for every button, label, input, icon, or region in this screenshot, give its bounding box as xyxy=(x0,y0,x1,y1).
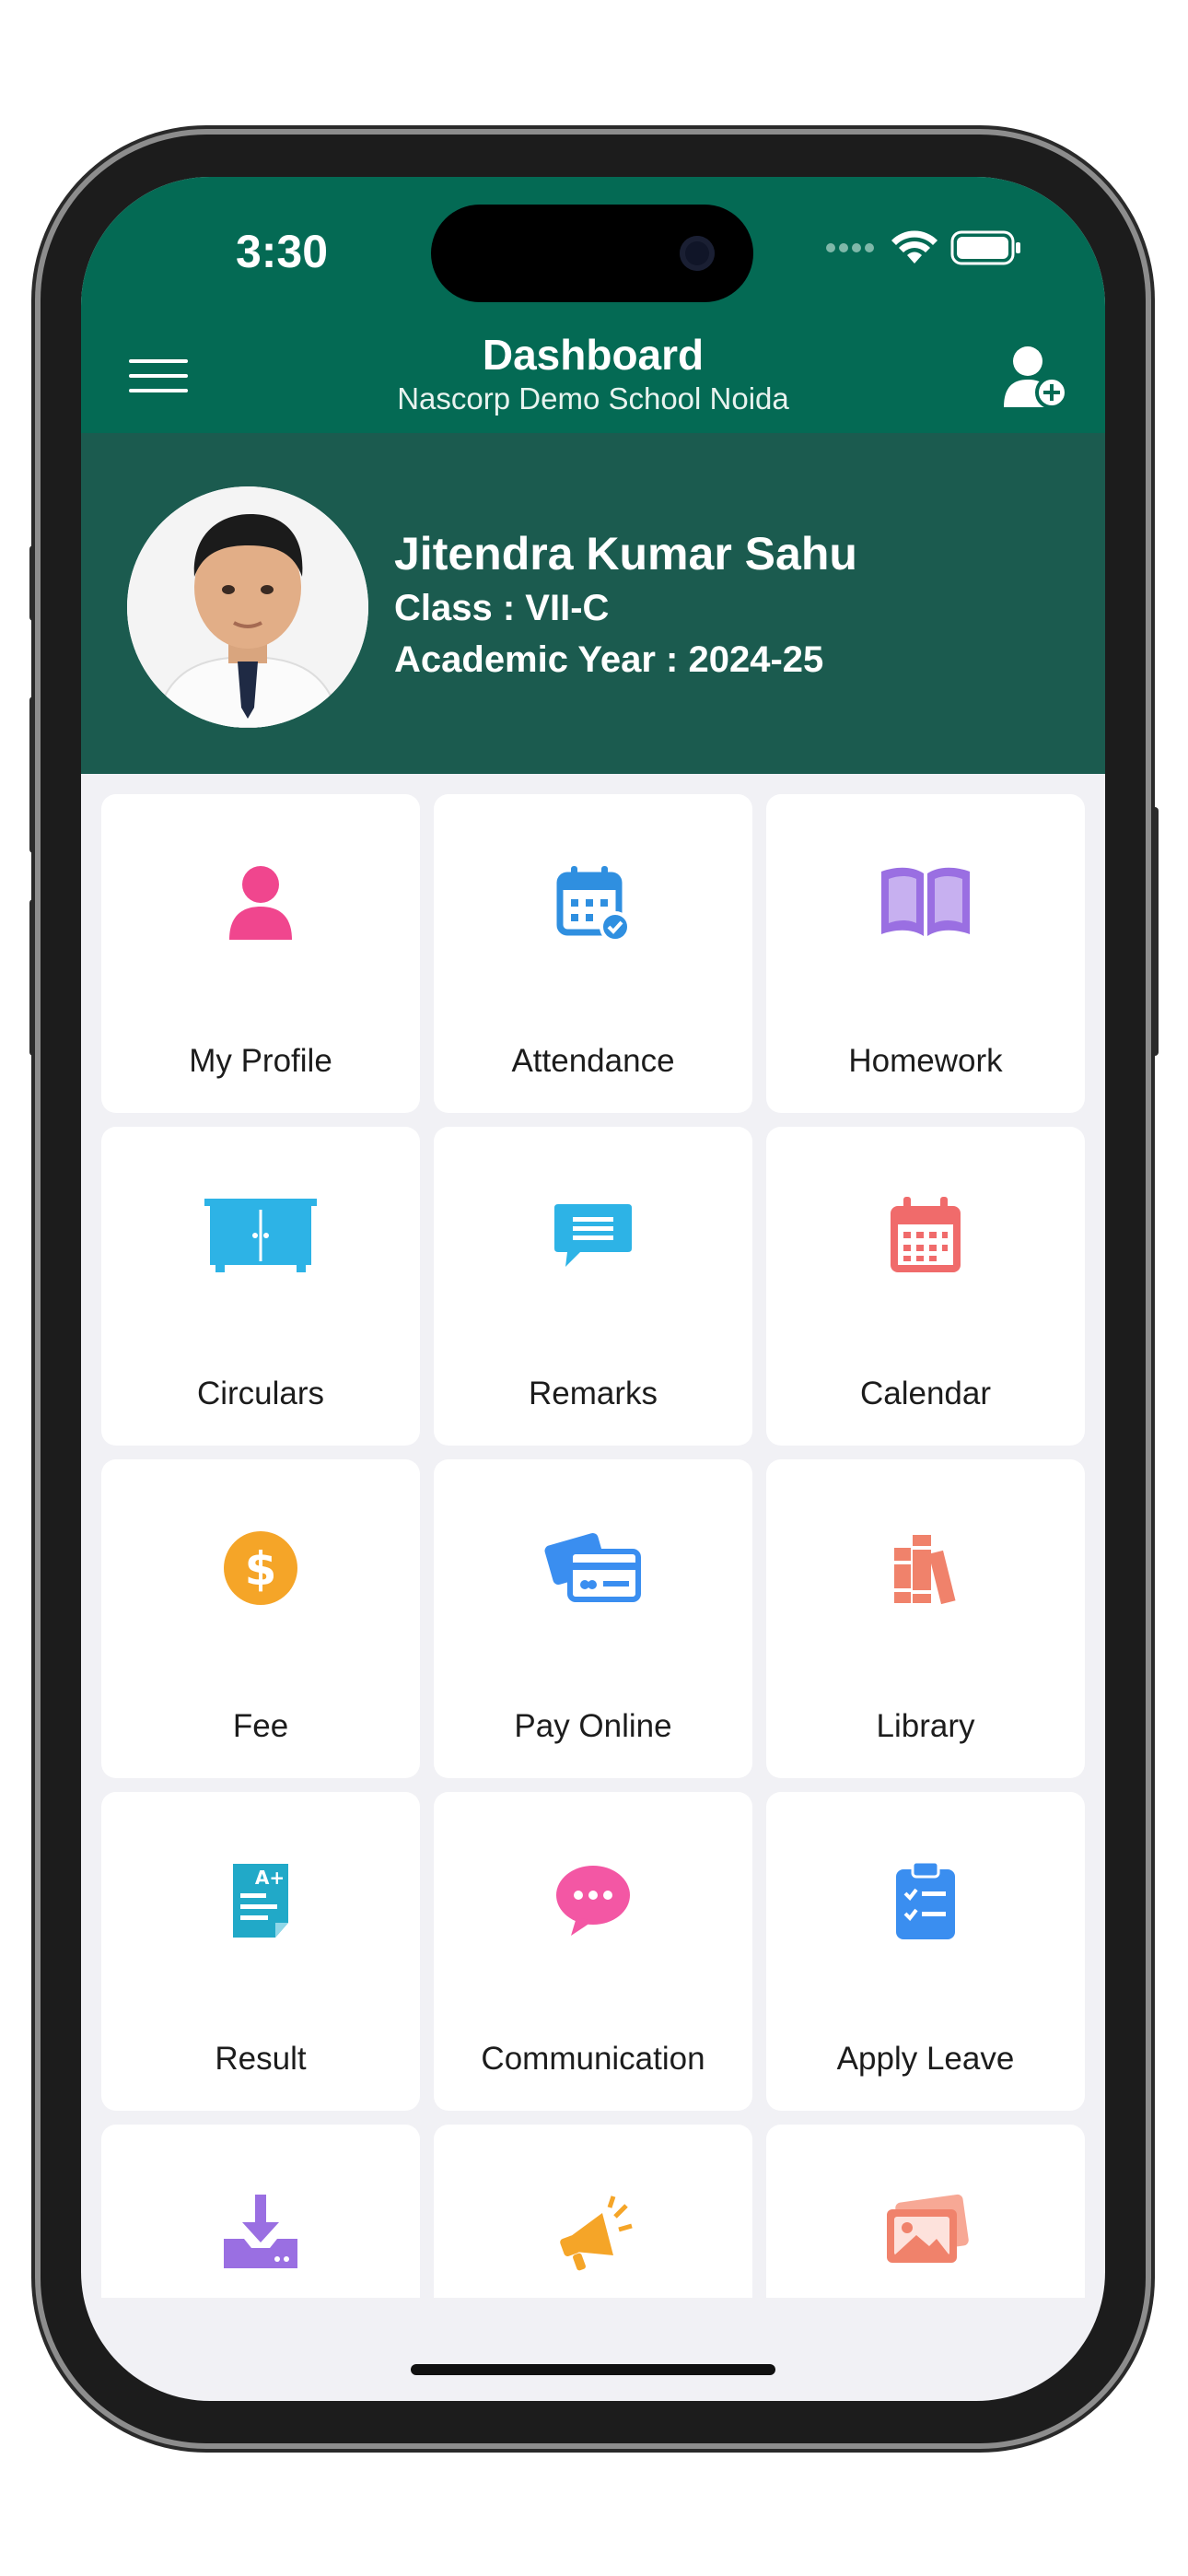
gallery-icon xyxy=(887,2194,969,2263)
tile-attendance[interactable]: Attendance xyxy=(434,794,752,1113)
calendar-icon xyxy=(891,1197,961,1272)
clipboard-icon xyxy=(896,1860,955,1939)
tile-label: Communication xyxy=(481,2041,705,2077)
tile-label: Remarks xyxy=(528,1376,658,1411)
tile-library[interactable]: Library xyxy=(766,1459,1085,1778)
tile-label: My Profile xyxy=(189,1043,332,1079)
user-icon xyxy=(229,866,292,940)
wifi-icon xyxy=(891,230,938,263)
svg-text:A+: A+ xyxy=(255,1867,285,1889)
tile-communication[interactable]: Communication xyxy=(434,1792,752,2111)
result-icon: A+ xyxy=(233,1864,288,1938)
book-icon xyxy=(881,867,970,936)
school-name: Nascorp Demo School Noida xyxy=(397,381,789,416)
tile-result[interactable]: A+ Result xyxy=(101,1792,420,2111)
tile-circulars[interactable]: Circulars xyxy=(101,1127,420,1446)
tile-homework[interactable]: Homework xyxy=(766,794,1085,1113)
app-screen: 3:30 Dashboard Nascorp Demo School Noida xyxy=(81,177,1105,2401)
megaphone-icon xyxy=(560,2195,633,2271)
tile-label: Library xyxy=(876,1708,975,1744)
signal-icon xyxy=(826,243,874,252)
tile-gallery[interactable] xyxy=(766,2125,1085,2298)
tile-apply-leave[interactable]: Apply Leave xyxy=(766,1792,1085,2111)
tile-label: Fee xyxy=(232,1708,289,1744)
tile-announcements[interactable] xyxy=(434,2125,752,2298)
tile-label: Apply Leave xyxy=(836,2041,1015,2077)
tile-fee[interactable]: $ Fee xyxy=(101,1459,420,1778)
tile-remarks[interactable]: Remarks xyxy=(434,1127,752,1446)
tile-downloads[interactable] xyxy=(101,2125,420,2298)
cupboard-icon xyxy=(204,1199,317,1272)
academic-year: Academic Year : 2024-25 xyxy=(394,639,824,680)
menu-grid: My Profile Attendance Homework Circulars… xyxy=(101,794,1085,2298)
chat-bubble-icon xyxy=(556,1866,630,1936)
avatar xyxy=(127,486,368,728)
student-name: Jitendra Kumar Sahu xyxy=(394,528,857,580)
camera-icon xyxy=(680,236,715,271)
tile-label: Pay Online xyxy=(514,1708,672,1744)
student-class: Class : VII-C xyxy=(394,588,610,628)
add-user-icon[interactable] xyxy=(1004,343,1068,409)
tile-label: Homework xyxy=(848,1043,1003,1079)
svg-text:$: $ xyxy=(245,1542,277,1596)
tile-my-profile[interactable]: My Profile xyxy=(101,794,420,1113)
status-time: 3:30 xyxy=(235,226,329,277)
download-icon xyxy=(224,2195,297,2268)
chat-icon xyxy=(554,1204,632,1267)
profile-card[interactable]: Jitendra Kumar Sahu Class : VII-C Academ… xyxy=(81,433,1105,774)
dynamic-island xyxy=(431,205,753,302)
tile-calendar[interactable]: Calendar xyxy=(766,1127,1085,1446)
tile-label: Result xyxy=(215,2041,307,2077)
calendar-check-icon xyxy=(556,866,631,943)
status-icons xyxy=(825,230,1022,265)
power-button[interactable] xyxy=(1146,807,1159,1056)
books-icon xyxy=(894,1535,956,1605)
tile-label: Attendance xyxy=(511,1043,675,1079)
tile-pay-online[interactable]: Pay Online xyxy=(434,1459,752,1778)
app-header: 3:30 Dashboard Nascorp Demo School Noida xyxy=(81,177,1105,433)
battery-icon xyxy=(950,230,1020,265)
page-title: Dashboard xyxy=(482,331,705,379)
dollar-icon: $ xyxy=(224,1531,297,1605)
tile-label: Calendar xyxy=(859,1376,992,1411)
credit-card-icon xyxy=(544,1533,641,1602)
home-indicator[interactable] xyxy=(411,2364,775,2375)
tile-label: Circulars xyxy=(196,1376,325,1411)
